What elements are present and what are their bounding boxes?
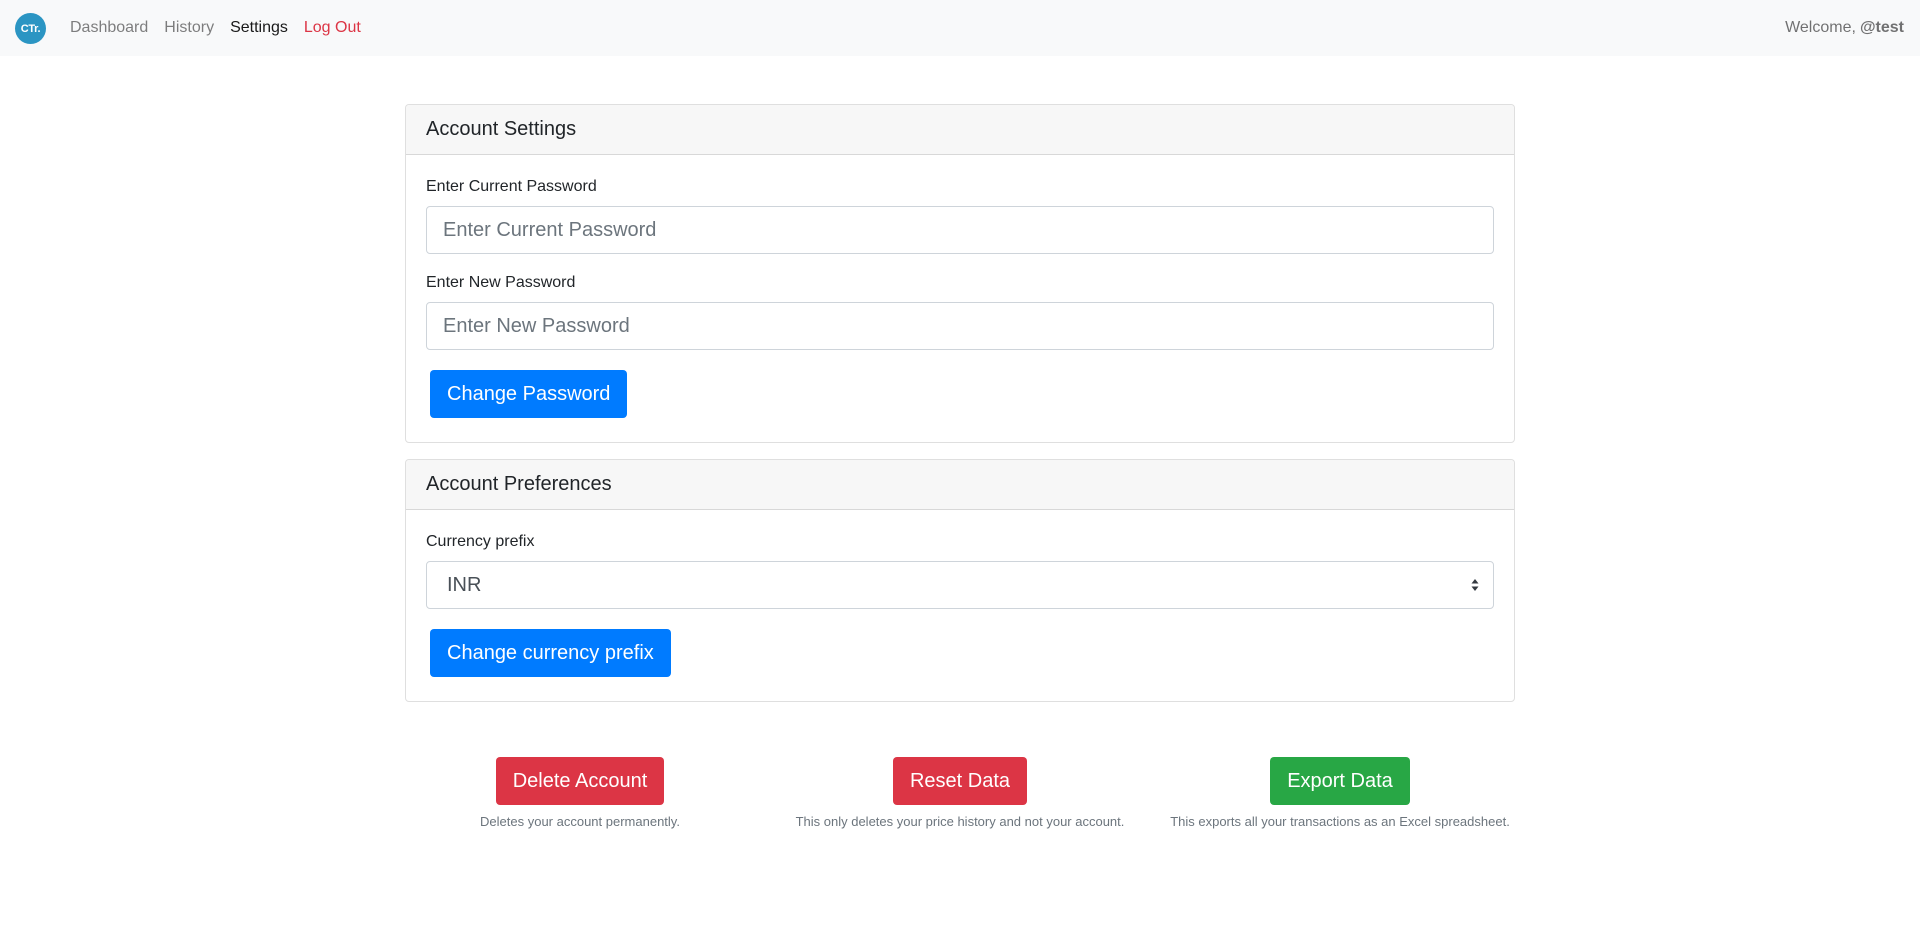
nav-link-logout[interactable]: Log Out: [296, 19, 369, 37]
username: @test: [1859, 19, 1904, 36]
delete-account-help: Deletes your account permanently.: [480, 814, 680, 829]
delete-account-button[interactable]: Delete Account: [495, 757, 665, 805]
change-currency-button[interactable]: Change currency prefix: [430, 629, 671, 677]
nav-link-history[interactable]: History: [156, 19, 222, 37]
currency-prefix-value: INR: [447, 573, 482, 596]
welcome-prefix: Welcome,: [1785, 19, 1856, 36]
export-data-section: Export Data This exports all your transa…: [1140, 757, 1540, 829]
account-settings-title: Account Settings: [406, 105, 1514, 155]
nav-links: Dashboard History Settings Log Out: [62, 0, 369, 56]
account-settings-card: Account Settings Enter Current Password …: [405, 104, 1515, 443]
delete-account-section: Delete Account Deletes your account perm…: [460, 757, 700, 829]
account-preferences-title: Account Preferences: [406, 460, 1514, 510]
reset-data-help: This only deletes your price history and…: [795, 814, 1125, 829]
reset-data-section: Reset Data This only deletes your price …: [760, 757, 1160, 829]
export-data-button[interactable]: Export Data: [1270, 757, 1410, 805]
brand-logo[interactable]: CTr.: [15, 13, 46, 44]
new-password-input[interactable]: [426, 302, 1494, 350]
currency-prefix-select[interactable]: INR: [426, 561, 1494, 609]
account-preferences-body: Currency prefix INR Change currency pref…: [406, 510, 1514, 677]
new-password-label: Enter New Password: [426, 274, 576, 291]
current-password-label: Enter Current Password: [426, 178, 597, 195]
reset-data-button[interactable]: Reset Data: [892, 757, 1028, 805]
current-password-input[interactable]: [426, 206, 1494, 254]
nav-link-settings[interactable]: Settings: [222, 19, 296, 37]
export-data-help: This exports all your transactions as an…: [1170, 814, 1510, 829]
currency-prefix-label: Currency prefix: [426, 533, 535, 550]
select-caret-icon: [1471, 579, 1479, 591]
account-settings-body: Enter Current Password Enter New Passwor…: [406, 155, 1514, 418]
top-navbar: CTr. Dashboard History Settings Log Out …: [0, 0, 1920, 56]
nav-link-dashboard[interactable]: Dashboard: [62, 19, 156, 37]
change-password-button[interactable]: Change Password: [430, 370, 628, 418]
welcome-message: Welcome, @test: [1785, 0, 1904, 56]
account-preferences-card: Account Preferences Currency prefix INR …: [405, 459, 1515, 702]
